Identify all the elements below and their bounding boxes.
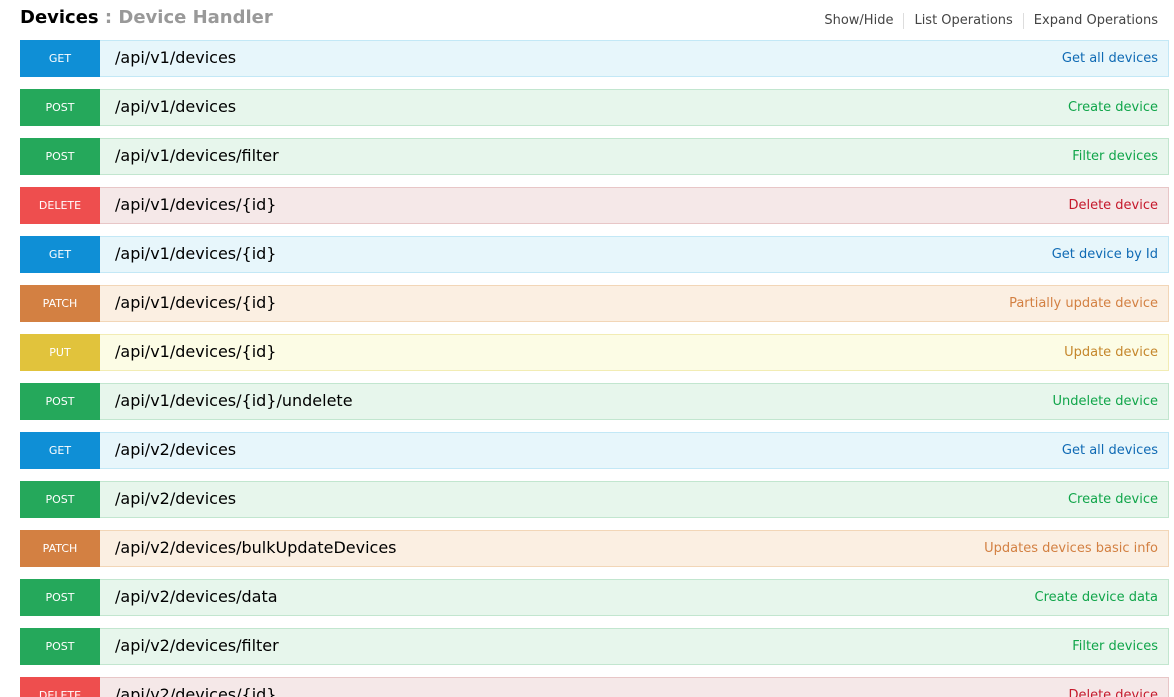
operation-row[interactable]: GET/api/v2/devices Get all devices xyxy=(20,432,1169,469)
http-method-badge[interactable]: POST xyxy=(20,138,100,175)
operation-summary[interactable]: Partially update device xyxy=(1009,286,1158,321)
operation-path[interactable]: /api/v2/devices/bulkUpdateDevices xyxy=(115,531,397,564)
resource-header: Devices : Device Handler Show/Hide List … xyxy=(20,0,1168,38)
http-method-badge[interactable]: PUT xyxy=(20,334,100,371)
operation-row[interactable]: POST/api/v2/devices Create device xyxy=(20,481,1169,518)
operation-row[interactable]: POST/api/v2/devices/data Create device da… xyxy=(20,579,1169,616)
operation-summary[interactable]: Updates devices basic info xyxy=(984,531,1158,566)
operation-path[interactable]: /api/v1/devices xyxy=(115,90,236,123)
http-method-badge[interactable]: DELETE xyxy=(20,187,100,224)
operation-row[interactable]: GET/api/v1/devices/{id} Get device by Id xyxy=(20,236,1169,273)
http-method-badge[interactable]: GET xyxy=(20,236,100,273)
operation-row[interactable]: POST/api/v1/devices/{id}/undelete Undelet… xyxy=(20,383,1169,420)
operation-path[interactable]: /api/v2/devices xyxy=(115,433,236,466)
operation-row[interactable]: DELETE/api/v1/devices/{id} Delete device xyxy=(20,187,1169,224)
operation-path[interactable]: /api/v1/devices/{id} xyxy=(115,237,276,270)
operation-summary[interactable]: Filter devices xyxy=(1072,139,1158,174)
operation-path[interactable]: /api/v1/devices/{id} xyxy=(115,335,276,368)
resource-description: Device Handler xyxy=(118,7,273,28)
operation-row[interactable]: PUT/api/v1/devices/{id} Update device xyxy=(20,334,1169,371)
operations-list: GET/api/v1/devices Get all devices POST/ap… xyxy=(20,40,1169,697)
operation-path[interactable]: /api/v1/devices/{id} xyxy=(115,286,276,319)
title-separator: : xyxy=(98,7,119,28)
show-hide-link[interactable]: Show/Hide xyxy=(814,13,905,29)
operation-path[interactable]: /api/v2/devices/{id} xyxy=(115,678,276,697)
operation-summary[interactable]: Filter devices xyxy=(1072,629,1158,664)
operation-path[interactable]: /api/v1/devices/{id}/undelete xyxy=(115,384,353,417)
http-method-badge[interactable]: POST xyxy=(20,628,100,665)
swagger-page: Devices : Device Handler Show/Hide List … xyxy=(0,0,1174,697)
operation-row[interactable]: POST/api/v1/devices Create device xyxy=(20,89,1169,126)
operation-path[interactable]: /api/v1/devices/{id} xyxy=(115,188,276,221)
operation-row[interactable]: POST/api/v1/devices/filter Filter devices xyxy=(20,138,1169,175)
operation-summary[interactable]: Undelete device xyxy=(1052,384,1158,419)
http-method-badge[interactable]: DELETE xyxy=(20,677,100,697)
operation-summary[interactable]: Get all devices xyxy=(1062,433,1158,468)
http-method-badge[interactable]: POST xyxy=(20,383,100,420)
http-method-badge[interactable]: GET xyxy=(20,432,100,469)
http-method-badge[interactable]: POST xyxy=(20,579,100,616)
operation-row[interactable]: POST/api/v2/devices/filter Filter devices xyxy=(20,628,1169,665)
http-method-badge[interactable]: POST xyxy=(20,481,100,518)
operation-summary[interactable]: Create device data xyxy=(1035,580,1158,615)
list-operations-link[interactable]: List Operations xyxy=(904,13,1024,29)
operation-summary[interactable]: Update device xyxy=(1064,335,1158,370)
operation-summary[interactable]: Get device by Id xyxy=(1052,237,1158,272)
operation-path[interactable]: /api/v2/devices/filter xyxy=(115,629,279,662)
operation-row[interactable]: PATCH/api/v1/devices/{id} Partially updat… xyxy=(20,285,1169,322)
http-method-badge[interactable]: POST xyxy=(20,89,100,126)
operation-row[interactable]: GET/api/v1/devices Get all devices xyxy=(20,40,1169,77)
operation-path[interactable]: /api/v1/devices/filter xyxy=(115,139,279,172)
operation-summary[interactable]: Create device xyxy=(1068,482,1158,517)
http-method-badge[interactable]: PATCH xyxy=(20,530,100,567)
operation-summary[interactable]: Delete device xyxy=(1068,678,1158,697)
operation-row[interactable]: DELETE/api/v2/devices/{id} Delete device xyxy=(20,677,1169,697)
operation-summary[interactable]: Create device xyxy=(1068,90,1158,125)
resource-name[interactable]: Devices xyxy=(20,7,99,28)
operation-path[interactable]: /api/v2/devices/data xyxy=(115,580,278,613)
expand-operations-link[interactable]: Expand Operations xyxy=(1024,13,1158,29)
operation-summary[interactable]: Get all devices xyxy=(1062,41,1158,76)
http-method-badge[interactable]: GET xyxy=(20,40,100,77)
resource-title[interactable]: Devices : Device Handler xyxy=(20,7,273,28)
resource-actions: Show/Hide List Operations Expand Operati… xyxy=(814,13,1158,29)
operation-summary[interactable]: Delete device xyxy=(1068,188,1158,223)
operation-path[interactable]: /api/v1/devices xyxy=(115,41,236,74)
operation-path[interactable]: /api/v2/devices xyxy=(115,482,236,515)
http-method-badge[interactable]: PATCH xyxy=(20,285,100,322)
operation-row[interactable]: PATCH/api/v2/devices/bulkUpdateDevices Up… xyxy=(20,530,1169,567)
